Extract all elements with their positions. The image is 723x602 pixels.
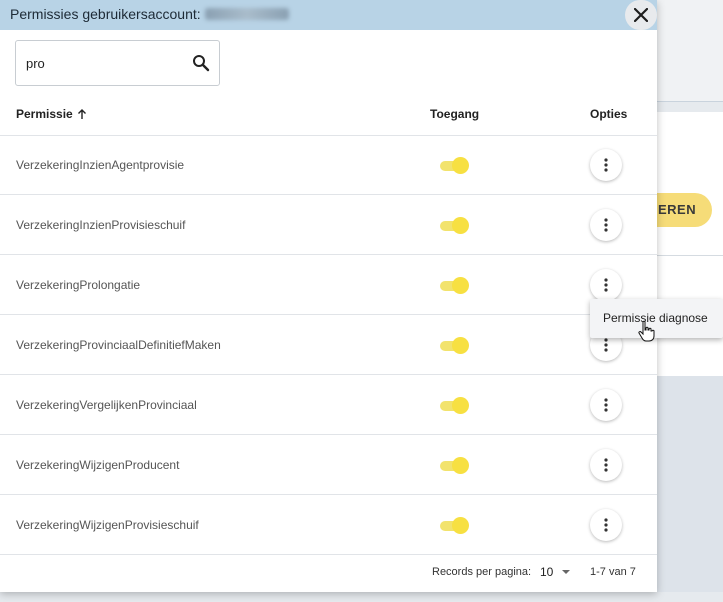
toggle-knob	[452, 157, 469, 174]
more-vertical-icon	[604, 398, 608, 412]
access-toggle[interactable]	[440, 157, 469, 174]
more-vertical-icon	[604, 158, 608, 172]
search-icon[interactable]	[192, 54, 210, 72]
search-input[interactable]	[26, 54, 186, 72]
more-vertical-icon	[604, 338, 608, 352]
permission-name: VerzekeringProlongatie	[16, 278, 141, 292]
arrow-up-icon[interactable]	[77, 108, 87, 120]
column-header-permission-label: Permissie	[16, 107, 73, 121]
options-button[interactable]	[590, 389, 622, 421]
dialog-title-text: Permissies gebruikersaccount:	[10, 6, 201, 22]
column-header-permission[interactable]: Permissie	[16, 107, 87, 121]
options-menu: Permissie diagnose	[590, 299, 723, 338]
permission-name: VerzekeringInzienAgentprovisie	[16, 158, 185, 172]
close-button[interactable]	[625, 0, 657, 30]
permission-name: VerzekeringProvinciaalDefinitiefMaken	[16, 338, 221, 352]
column-header-options: Opties	[590, 107, 628, 121]
page-size-select[interactable]: 10	[540, 565, 571, 579]
table-row: VerzekeringProvinciaalDefinitiefMaken	[0, 316, 657, 375]
access-toggle[interactable]	[440, 457, 469, 474]
table-row: VerzekeringProlongatie	[0, 256, 657, 315]
options-button[interactable]	[590, 149, 622, 181]
permissions-dialog: Permissies gebruikersaccount: Permissie …	[0, 0, 657, 592]
dialog-title: Permissies gebruikersaccount:	[10, 6, 289, 22]
close-icon	[634, 8, 648, 22]
options-button[interactable]	[590, 269, 622, 301]
table-row: VerzekeringInzienAgentprovisie	[0, 136, 657, 195]
records-per-page-label: Records per pagina:	[432, 566, 532, 578]
options-button[interactable]	[590, 209, 622, 241]
permission-name: VerzekeringInzienProvisieschuif	[16, 218, 186, 232]
toggle-knob	[452, 397, 469, 414]
pagination-footer: Records per pagina: 10 1-7 van 7	[0, 553, 657, 592]
toggle-knob	[452, 337, 469, 354]
redacted-username	[204, 8, 289, 20]
more-vertical-icon	[604, 218, 608, 232]
table-row: VerzekeringVergelijkenProvinciaal	[0, 376, 657, 435]
hand-cursor-icon	[638, 320, 655, 342]
access-toggle[interactable]	[440, 397, 469, 414]
access-toggle[interactable]	[440, 517, 469, 534]
options-button[interactable]	[590, 449, 622, 481]
column-header-access: Toegang	[430, 107, 480, 121]
access-toggle[interactable]	[440, 337, 469, 354]
options-button[interactable]	[590, 509, 622, 541]
dialog-header: Permissies gebruikersaccount:	[0, 0, 657, 30]
permission-name: VerzekeringWijzigenProvisieschuif	[16, 518, 199, 532]
menu-item-permission-diagnose[interactable]: Permissie diagnose	[603, 311, 708, 325]
access-toggle[interactable]	[440, 217, 469, 234]
more-vertical-icon	[604, 278, 608, 292]
page-size-value: 10	[540, 565, 554, 579]
access-toggle[interactable]	[440, 277, 469, 294]
toggle-knob	[452, 517, 469, 534]
toggle-knob	[452, 217, 469, 234]
toggle-knob	[452, 457, 469, 474]
table-row: VerzekeringInzienProvisieschuif	[0, 196, 657, 255]
chevron-down-icon	[562, 570, 571, 574]
permission-name: VerzekeringVergelijkenProvinciaal	[16, 398, 197, 412]
pagination-range: 1-7 van 7	[590, 566, 636, 578]
more-vertical-icon	[604, 458, 608, 472]
permission-name: VerzekeringWijzigenProducent	[16, 458, 180, 472]
table-row: VerzekeringWijzigenProducent	[0, 436, 657, 495]
more-vertical-icon	[604, 518, 608, 532]
search-field[interactable]	[15, 40, 220, 86]
table-row: VerzekeringWijzigenProvisieschuif	[0, 496, 657, 555]
toggle-knob	[452, 277, 469, 294]
